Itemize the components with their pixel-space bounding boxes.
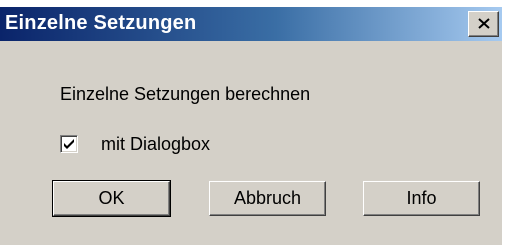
dialog-window: Einzelne Setzungen Einzelne Setzungen be… [0,7,502,245]
ok-button[interactable]: OK [52,180,171,217]
checkmark-icon [64,139,74,149]
dialogbox-checkbox-label[interactable]: mit Dialogbox [101,134,210,155]
dialogbox-checkbox[interactable] [60,135,78,153]
title-bar[interactable]: Einzelne Setzungen [0,7,502,41]
close-icon [478,18,490,29]
window-title: Einzelne Setzungen [5,12,197,34]
cancel-button[interactable]: Abbruch [209,181,326,216]
close-button[interactable] [468,11,499,37]
info-button[interactable]: Info [363,181,480,216]
dialog-message: Einzelne Setzungen berechnen [60,84,311,104]
